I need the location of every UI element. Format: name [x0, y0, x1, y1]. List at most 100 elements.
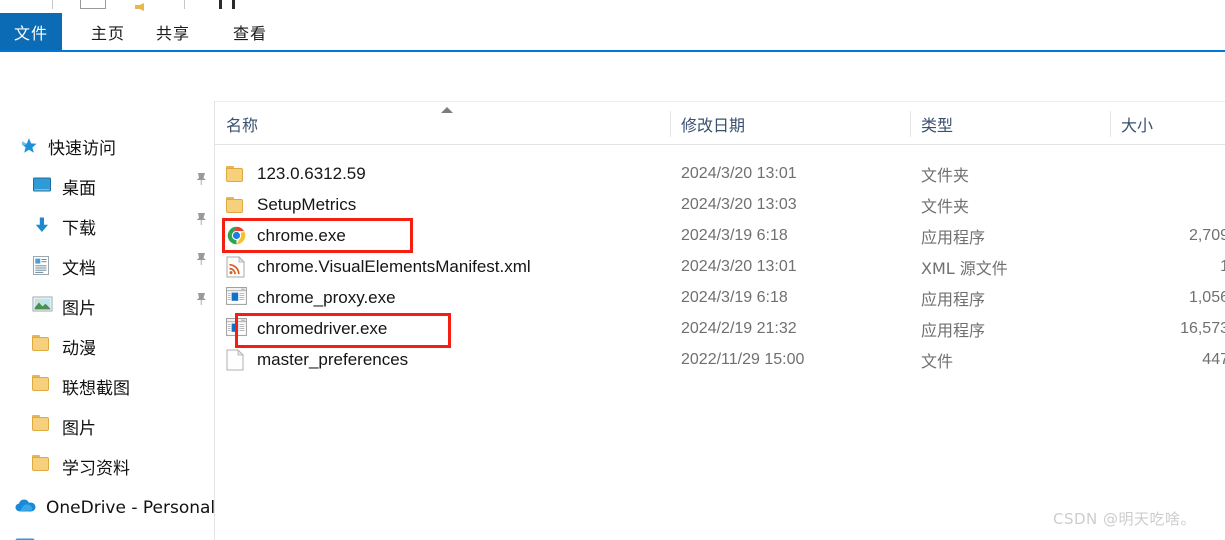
cell-type: 文件夹 [921, 196, 970, 216]
sidebar-label: 百度网盘同步空间 [46, 536, 182, 540]
sidebar-item-documents[interactable]: 文档 [32, 249, 214, 283]
table-row[interactable]: SetupMetrics 2024/3/20 13:03 文件夹 [215, 189, 1225, 220]
sidebar-item-lenovo-screenshots[interactable]: 联想截图 [32, 369, 214, 403]
cell-name[interactable]: master_preferences [226, 344, 408, 375]
column-header-name[interactable]: 名称 [215, 102, 670, 145]
sidebar-item-donman[interactable]: 动漫 [32, 329, 214, 363]
document-icon [32, 255, 54, 277]
sidebar-label: 动漫 [62, 338, 96, 359]
chrome-icon [226, 225, 248, 247]
cell-size [1110, 189, 1225, 220]
column-header-date-modified[interactable]: 修改日期 [670, 102, 910, 145]
exe-file-icon [226, 317, 248, 340]
folder-icon [226, 163, 248, 185]
cell-date: 2024/3/19 6:18 [681, 226, 788, 244]
pin-icon[interactable] [194, 211, 208, 227]
column-header-type[interactable]: 类型 [910, 102, 1110, 145]
cell-type: 文件夹 [921, 165, 970, 185]
cell-date: 2024/2/19 21:32 [681, 319, 797, 337]
file-name-label: chrome.exe [257, 225, 346, 245]
cell-type: 应用程序 [921, 320, 986, 340]
cell-size: 1 [1220, 257, 1225, 275]
cell-size: 1,056 [1188, 288, 1225, 306]
cell-date: 2024/3/19 6:18 [681, 288, 788, 306]
folder-icon [32, 375, 54, 397]
folder-icon [32, 415, 54, 437]
file-explorer-window: 文件 主页 共享 查看 快速访问 桌面 下载 文档 图片 动漫 联想截图 图片 … [0, 0, 1225, 540]
qat-undo-icon[interactable] [135, 3, 144, 11]
tab-view[interactable]: 查看 [222, 13, 278, 51]
sidebar-item-baidu-netdisk[interactable]: 百度网盘同步空间 [14, 531, 214, 540]
file-name-label: chrome.VisualElementsManifest.xml [257, 256, 531, 276]
sidebar-item-pictures[interactable]: 图片 [32, 289, 214, 323]
sidebar-label: 桌面 [62, 178, 96, 199]
column-header-date-label: 修改日期 [681, 115, 746, 135]
folder-icon [32, 335, 54, 357]
qat-separator [52, 0, 53, 9]
qat-marker-icon [232, 0, 235, 9]
onedrive-icon [14, 497, 36, 519]
cell-name[interactable]: 123.0.6312.59 [226, 158, 366, 189]
cell-name[interactable]: chrome_proxy.exe [226, 282, 396, 313]
cell-size: 16,573 [1180, 319, 1225, 337]
sidebar-label: 下载 [62, 218, 96, 239]
pin-icon[interactable] [194, 291, 208, 307]
sidebar-item-study-materials[interactable]: 学习资料 [32, 449, 214, 483]
table-row[interactable]: master_preferences 2022/11/29 15:00 文件 4… [215, 344, 1225, 375]
file-name-label: chromedriver.exe [257, 318, 388, 338]
sidebar-label: 文档 [62, 258, 96, 279]
tab-file-label: 文件 [13, 24, 48, 43]
tab-home[interactable]: 主页 [80, 13, 136, 51]
sidebar-label: 联想截图 [62, 378, 130, 399]
file-list-pane[interactable]: 名称 修改日期 类型 大小 123.0.6312.59 2024/3/20 13… [215, 101, 1225, 540]
cell-size [1110, 158, 1225, 189]
file-name-label: 123.0.6312.59 [257, 163, 366, 183]
cell-size: 2,709 [1188, 226, 1225, 244]
cell-name[interactable]: SetupMetrics [226, 189, 356, 220]
cell-name[interactable]: chromedriver.exe [226, 313, 387, 344]
table-row[interactable]: chrome.VisualElementsManifest.xml 2024/3… [215, 251, 1225, 282]
pin-icon[interactable] [194, 171, 208, 187]
column-header-name-label: 名称 [226, 115, 259, 135]
qat-marker-icon [219, 0, 222, 9]
sidebar-label: 图片 [62, 418, 96, 439]
cell-date: 2024/3/20 13:03 [681, 195, 797, 213]
file-name-label: chrome_proxy.exe [257, 287, 396, 307]
sidebar-label: OneDrive - Personal [46, 498, 214, 518]
table-row[interactable]: 123.0.6312.59 2024/3/20 13:01 文件夹 [215, 158, 1225, 189]
cell-date: 2024/3/20 13:01 [681, 257, 797, 275]
xml-file-icon [226, 255, 248, 278]
tab-home-label: 主页 [90, 24, 125, 43]
cell-type: 应用程序 [921, 289, 986, 309]
address-toolbar: ❯ 此电脑 ❯ Windows-SSD (C:) ❯ Program Files… [0, 52, 1225, 144]
tab-file[interactable]: 文件 [0, 13, 62, 51]
quick-access-toolbar[interactable] [0, 0, 1225, 13]
table-row[interactable]: chrome_proxy.exe 2024/3/19 6:18 应用程序 1,0… [215, 282, 1225, 313]
folder-icon [32, 455, 54, 477]
pictures-icon [32, 295, 54, 317]
sidebar-label: 学习资料 [62, 458, 130, 479]
navigation-pane[interactable]: 快速访问 桌面 下载 文档 图片 动漫 联想截图 图片 学习资料 OneDriv… [0, 101, 214, 540]
watermark: CSDN @明天吃啥。 [1053, 510, 1197, 528]
sidebar-item-downloads[interactable]: 下载 [32, 209, 214, 243]
plain-file-icon [226, 348, 248, 371]
file-name-label: master_preferences [257, 349, 409, 369]
cell-name[interactable]: chrome.VisualElementsManifest.xml [226, 251, 531, 282]
sidebar-item-pictures-folder[interactable]: 图片 [32, 409, 214, 443]
tab-share[interactable]: 共享 [145, 13, 201, 51]
table-row[interactable]: chrome.exe 2024/3/19 6:18 应用程序 2,709 [215, 220, 1225, 251]
sidebar-item-quick-access[interactable]: 快速访问 [18, 129, 214, 163]
sidebar-label: 快速访问 [48, 138, 116, 159]
cell-type: 应用程序 [921, 227, 986, 247]
sidebar-item-desktop[interactable]: 桌面 [32, 169, 214, 203]
file-name-label: SetupMetrics [257, 194, 357, 214]
pin-icon[interactable] [194, 251, 208, 267]
download-icon [32, 215, 54, 237]
cell-type: XML 源文件 [921, 258, 1008, 278]
column-header-size[interactable]: 大小 [1110, 102, 1225, 145]
table-row[interactable]: chromedriver.exe 2024/2/19 21:32 应用程序 16… [215, 313, 1225, 344]
sidebar-item-onedrive[interactable]: OneDrive - Personal [14, 491, 214, 525]
cell-type: 文件 [921, 351, 954, 371]
qat-properties-icon[interactable] [80, 0, 106, 9]
cell-name[interactable]: chrome.exe [226, 220, 346, 251]
